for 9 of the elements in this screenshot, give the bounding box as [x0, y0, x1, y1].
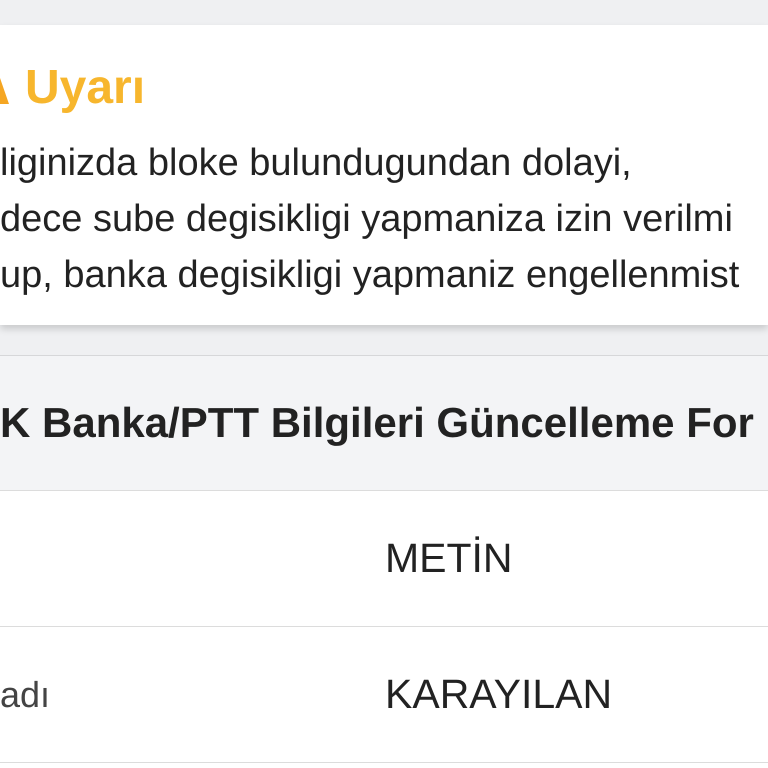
warning-icon [0, 78, 9, 104]
warning-text-line: up, banka degisikligi yapmaniz engellenmist [0, 253, 740, 298]
field-value: KARAYILAN [385, 671, 612, 718]
warning-text-line: dece sube degisikligi yapmaniza izin verilmi [0, 197, 733, 242]
warning-text-line: liginizda bloke bulundugundan dolayi, [0, 141, 632, 186]
warning-title: Uyarı [25, 60, 146, 116]
field-label: adı [0, 674, 50, 716]
field-value: METİN [385, 535, 513, 582]
form-title: K Banka/PTT Bilgileri Güncelleme For [0, 356, 768, 491]
